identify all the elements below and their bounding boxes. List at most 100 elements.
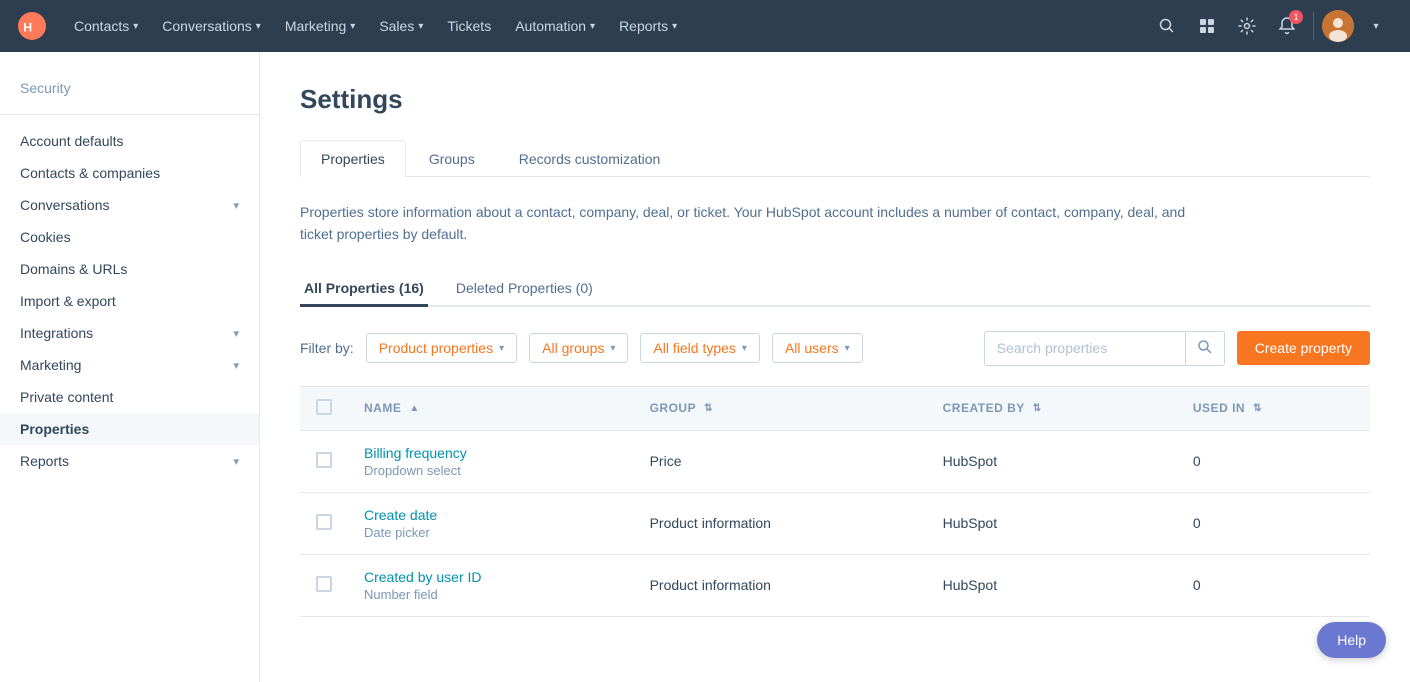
- row-checkbox[interactable]: [316, 514, 332, 530]
- tab-groups[interactable]: Groups: [408, 140, 496, 177]
- property-name-cell: Created by user ID Number field: [348, 554, 634, 616]
- create-property-button[interactable]: Create property: [1237, 331, 1370, 365]
- property-type: Number field: [364, 587, 618, 602]
- nav-conversations[interactable]: Conversations ▾: [152, 12, 271, 40]
- marketplace-button[interactable]: [1189, 8, 1225, 44]
- search-box: [984, 331, 1225, 366]
- sidebar-divider: [0, 114, 259, 115]
- row-checkbox[interactable]: [316, 452, 332, 468]
- sort-icon: ⇅: [1253, 403, 1262, 414]
- nav-divider: [1313, 12, 1314, 40]
- table-header: NAME ▲ GROUP ⇅ CREATED BY ⇅: [300, 386, 1370, 430]
- product-properties-filter[interactable]: Product properties ▾: [366, 333, 517, 363]
- row-checkbox-cell: [300, 554, 348, 616]
- row-checkbox[interactable]: [316, 576, 332, 592]
- search-input[interactable]: [985, 332, 1185, 364]
- select-all-checkbox[interactable]: [316, 399, 332, 415]
- sidebar-item-contacts-companies[interactable]: Contacts & companies: [0, 157, 259, 189]
- sidebar-item-cookies[interactable]: Cookies: [0, 221, 259, 253]
- property-created-by-cell: HubSpot: [927, 430, 1177, 492]
- nav-sales[interactable]: Sales ▾: [369, 12, 433, 40]
- property-name-link[interactable]: Create date: [364, 507, 618, 523]
- sidebar-item-integrations[interactable]: Integrations ▾: [0, 317, 259, 349]
- filters-row: Filter by: Product properties ▾ All grou…: [300, 331, 1370, 366]
- sub-tab-deleted-properties[interactable]: Deleted Properties (0): [452, 272, 597, 307]
- sidebar-item-properties[interactable]: Properties: [0, 413, 259, 445]
- property-name-cell: Billing frequency Dropdown select: [348, 430, 634, 492]
- all-field-types-filter[interactable]: All field types ▾: [640, 333, 760, 363]
- chevron-down-icon: ▾: [499, 343, 504, 354]
- row-checkbox-cell: [300, 492, 348, 554]
- sidebar-item-import-export[interactable]: Import & export: [0, 285, 259, 317]
- property-name-link[interactable]: Billing frequency: [364, 445, 618, 461]
- chevron-down-icon: ▾: [233, 455, 239, 468]
- chevron-down-icon: ▾: [742, 343, 747, 354]
- group-column-header[interactable]: GROUP ⇅: [634, 386, 927, 430]
- sidebar-item-account-defaults[interactable]: Account defaults: [0, 125, 259, 157]
- all-users-filter[interactable]: All users ▾: [772, 333, 863, 363]
- top-navigation: H Contacts ▾ Conversations ▾ Marketing ▾…: [0, 0, 1410, 52]
- hubspot-logo[interactable]: H: [16, 10, 48, 42]
- main-content: Settings Properties Groups Records custo…: [260, 52, 1410, 682]
- search-button[interactable]: [1149, 8, 1185, 44]
- chevron-down-icon: ▾: [233, 359, 239, 372]
- chevron-down-icon: ▾: [845, 343, 850, 354]
- chevron-down-icon: ▾: [256, 21, 261, 32]
- property-group-cell: Product information: [634, 554, 927, 616]
- chevron-down-icon: ▾: [350, 21, 355, 32]
- sidebar-security-label: Security: [0, 72, 259, 104]
- nav-automation[interactable]: Automation ▾: [505, 12, 605, 40]
- chevron-down-icon: ▾: [133, 21, 138, 32]
- sort-icon: ▲: [409, 403, 419, 414]
- account-chevron[interactable]: ▾: [1358, 8, 1394, 44]
- chevron-down-icon: ▾: [590, 21, 595, 32]
- filter-by-label: Filter by:: [300, 340, 354, 356]
- all-groups-filter[interactable]: All groups ▾: [529, 333, 628, 363]
- chevron-down-icon: ▾: [418, 21, 423, 32]
- property-used-in-cell: 0: [1177, 554, 1370, 616]
- chevron-down-icon: ▾: [610, 343, 615, 354]
- nav-contacts[interactable]: Contacts ▾: [64, 12, 148, 40]
- property-group-cell: Product information: [634, 492, 927, 554]
- chevron-down-icon: ▾: [233, 199, 239, 212]
- sidebar-item-conversations[interactable]: Conversations ▾: [0, 189, 259, 221]
- properties-table: NAME ▲ GROUP ⇅ CREATED BY ⇅: [300, 386, 1370, 617]
- table-body: Billing frequency Dropdown select Price …: [300, 430, 1370, 616]
- help-button[interactable]: Help: [1317, 622, 1386, 658]
- user-avatar[interactable]: [1322, 10, 1354, 42]
- svg-text:H: H: [23, 20, 32, 34]
- notification-badge: 1: [1289, 10, 1303, 24]
- created-by-column-header[interactable]: CREATED BY ⇅: [927, 386, 1177, 430]
- sort-icon: ⇅: [704, 403, 713, 414]
- tab-records-customization[interactable]: Records customization: [498, 140, 682, 177]
- chevron-down-icon: ▾: [672, 21, 677, 32]
- nav-reports[interactable]: Reports ▾: [609, 12, 687, 40]
- sidebar-item-private-content[interactable]: Private content: [0, 381, 259, 413]
- main-tabs: Properties Groups Records customization: [300, 139, 1370, 177]
- property-created-by-cell: HubSpot: [927, 492, 1177, 554]
- property-name-link[interactable]: Created by user ID: [364, 569, 618, 585]
- settings-button[interactable]: [1229, 8, 1265, 44]
- used-in-column-header[interactable]: USED IN ⇅: [1177, 386, 1370, 430]
- tab-properties[interactable]: Properties: [300, 140, 406, 177]
- nav-tickets[interactable]: Tickets: [437, 12, 501, 40]
- notifications-button[interactable]: 1: [1269, 8, 1305, 44]
- sub-tab-all-properties[interactable]: All Properties (16): [300, 272, 428, 307]
- property-group-cell: Price: [634, 430, 927, 492]
- properties-description: Properties store information about a con…: [300, 201, 1200, 246]
- page-title: Settings: [300, 84, 1370, 115]
- sidebar-item-domains-urls[interactable]: Domains & URLs: [0, 253, 259, 285]
- name-column-header[interactable]: NAME ▲: [348, 386, 634, 430]
- search-button[interactable]: [1185, 332, 1224, 365]
- page-layout: Security Account defaults Contacts & com…: [0, 52, 1410, 682]
- property-used-in-cell: 0: [1177, 430, 1370, 492]
- sidebar-item-marketing[interactable]: Marketing ▾: [0, 349, 259, 381]
- property-name-cell: Create date Date picker: [348, 492, 634, 554]
- property-created-by-cell: HubSpot: [927, 554, 1177, 616]
- property-type: Dropdown select: [364, 463, 618, 478]
- table-row: Created by user ID Number field Product …: [300, 554, 1370, 616]
- table-row: Billing frequency Dropdown select Price …: [300, 430, 1370, 492]
- sort-icon: ⇅: [1033, 403, 1042, 414]
- nav-marketing[interactable]: Marketing ▾: [275, 12, 366, 40]
- sidebar-item-reports[interactable]: Reports ▾: [0, 445, 259, 477]
